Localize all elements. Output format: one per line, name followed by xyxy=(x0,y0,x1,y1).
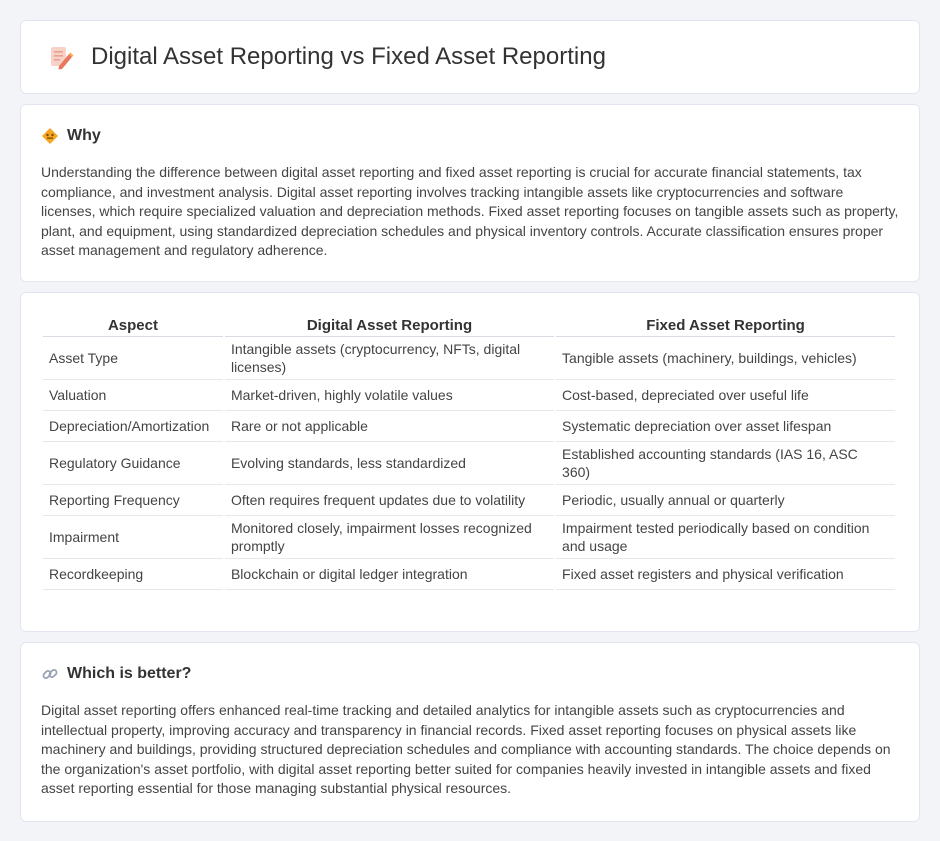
why-heading-row: Why xyxy=(41,127,899,145)
comparison-section: Aspect Digital Asset Reporting Fixed Ass… xyxy=(20,292,920,632)
column-header: Fixed Asset Reporting xyxy=(556,315,895,337)
table-header-row: Aspect Digital Asset Reporting Fixed Ass… xyxy=(43,315,895,337)
table-cell: Reporting Frequency xyxy=(43,485,223,516)
table-cell: Recordkeeping xyxy=(43,559,223,590)
table-cell: Cost-based, depreciated over useful life xyxy=(556,380,895,411)
table-cell: Systematic depreciation over asset lifes… xyxy=(556,411,895,442)
title-card: Digital Asset Reporting vs Fixed Asset R… xyxy=(20,20,920,94)
table-row: Regulatory Guidance Evolving standards, … xyxy=(43,442,895,485)
document-pencil-icon xyxy=(45,42,75,72)
table-cell: Rare or not applicable xyxy=(224,411,555,442)
table-row: Reporting Frequency Often requires frequ… xyxy=(43,485,895,516)
better-section: Which is better? Digital asset reporting… xyxy=(20,642,920,822)
better-heading-row: Which is better? xyxy=(41,665,899,683)
table-cell: Evolving standards, less standardized xyxy=(224,442,555,485)
table-row: Impairment Monitored closely, impairment… xyxy=(43,516,895,559)
comparison-table: Aspect Digital Asset Reporting Fixed Ass… xyxy=(41,315,897,590)
table-row: Asset Type Intangible assets (cryptocurr… xyxy=(43,337,895,380)
table-cell: Established accounting standards (IAS 16… xyxy=(556,442,895,485)
table-cell: Impairment tested periodically based on … xyxy=(556,516,895,559)
table-cell: Monitored closely, impairment losses rec… xyxy=(224,516,555,559)
table-cell: Asset Type xyxy=(43,337,223,380)
table-row: Recordkeeping Blockchain or digital ledg… xyxy=(43,559,895,590)
table-cell: Valuation xyxy=(43,380,223,411)
why-heading: Why xyxy=(67,127,101,144)
why-text: Understanding the difference between dig… xyxy=(41,164,899,258)
table-cell: Blockchain or digital ledger integration xyxy=(224,559,555,590)
better-text: Digital asset reporting offers enhanced … xyxy=(41,702,891,796)
better-heading: Which is better? xyxy=(67,665,192,682)
table-cell: Depreciation/Amortization xyxy=(43,411,223,442)
table-cell: Tangible assets (machinery, buildings, v… xyxy=(556,337,895,380)
table-cell: Market-driven, highly volatile values xyxy=(224,380,555,411)
page-title: Digital Asset Reporting vs Fixed Asset R… xyxy=(91,43,606,70)
table-cell: Often requires frequent updates due to v… xyxy=(224,485,555,516)
why-section: Why Understanding the difference between… xyxy=(20,104,920,282)
table-cell: Intangible assets (cryptocurrency, NFTs,… xyxy=(224,337,555,380)
diamond-warning-icon xyxy=(41,127,59,145)
table-row: Valuation Market-driven, highly volatile… xyxy=(43,380,895,411)
column-header: Aspect xyxy=(43,315,223,337)
link-icon xyxy=(41,665,59,683)
table-cell: Regulatory Guidance xyxy=(43,442,223,485)
column-header: Digital Asset Reporting xyxy=(224,315,555,337)
table-cell: Periodic, usually annual or quarterly xyxy=(556,485,895,516)
table-cell: Impairment xyxy=(43,516,223,559)
table-cell: Fixed asset registers and physical verif… xyxy=(556,559,895,590)
table-row: Depreciation/Amortization Rare or not ap… xyxy=(43,411,895,442)
